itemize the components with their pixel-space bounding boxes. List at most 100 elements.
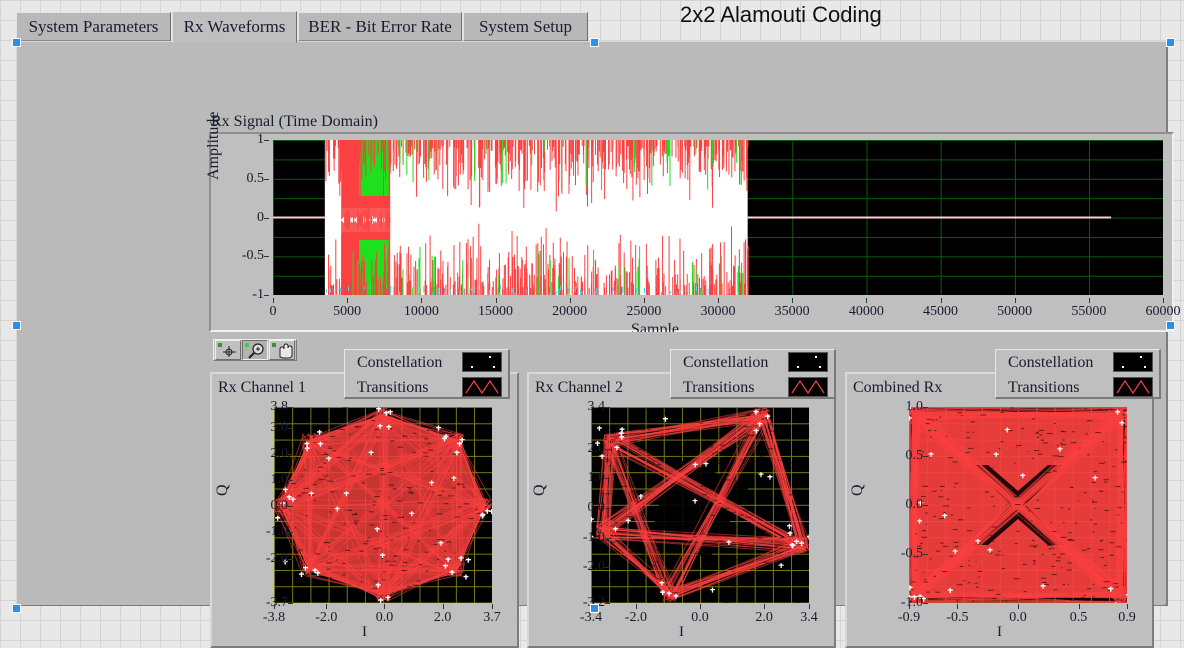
x-tick-mark xyxy=(909,604,910,609)
y-tick-mark xyxy=(288,559,293,560)
rx-signal-plot-area[interactable] xyxy=(273,140,1163,295)
x-tick-mark xyxy=(764,604,765,609)
selection-handle-bottom-left[interactable] xyxy=(12,604,21,613)
x-tick-label: -0.5 xyxy=(946,610,968,626)
legend-label: Transitions xyxy=(1008,379,1079,397)
y-tick-label: 0.0 xyxy=(553,500,605,516)
x-tick-label: 20000 xyxy=(552,304,587,320)
tab-label: System Parameters xyxy=(29,17,159,37)
rx-channel-1-plot-area[interactable] xyxy=(274,407,492,603)
y-tick-mark xyxy=(288,532,293,533)
x-tick-mark xyxy=(1089,298,1090,303)
x-tick-mark xyxy=(421,298,422,303)
y-tick-label: 3.4 xyxy=(553,399,605,415)
hand-icon[interactable] xyxy=(269,340,295,360)
y-tick-mark xyxy=(264,218,269,219)
tab-rx-waveforms[interactable]: Rx Waveforms xyxy=(172,11,297,43)
x-tick-mark xyxy=(957,604,958,609)
x-tick-mark xyxy=(273,298,274,303)
tab-label: Rx Waveforms xyxy=(184,17,286,37)
zigzag-line-swatch[interactable] xyxy=(462,377,502,397)
y-tick-label: 3.0 xyxy=(236,420,288,436)
magnifier-icon[interactable] xyxy=(242,340,268,360)
graph-palette[interactable] xyxy=(213,339,297,361)
x-tick-label: 60000 xyxy=(1146,304,1181,320)
x-tick-label: 0.5 xyxy=(1070,610,1088,626)
rx-channel-2-x-axis-label: I xyxy=(529,624,834,641)
selection-handle-top-left[interactable] xyxy=(12,38,21,47)
tab-ber-bit-error-rate[interactable]: BER - Bit Error Rate xyxy=(298,12,462,41)
y-tick-mark xyxy=(288,603,293,604)
legend-row-constellation[interactable]: Constellation xyxy=(345,350,508,375)
y-tick-label: 1.0 xyxy=(236,472,288,488)
rx-channel-1-panel[interactable]: Rx Channel 1 Q I 3.83.02.01.00.0-1.0-2.0… xyxy=(210,372,519,648)
scatter-dots-swatch[interactable] xyxy=(788,352,828,372)
y-tick-label: -1.0 xyxy=(236,524,288,540)
combined-rx-legend[interactable]: Constellation Transitions xyxy=(995,349,1161,399)
y-tick-mark xyxy=(288,506,293,507)
legend-row-constellation[interactable]: Constellation xyxy=(996,350,1159,375)
y-tick-mark xyxy=(264,179,269,180)
x-tick-label: 0.0 xyxy=(1009,610,1027,626)
y-tick-mark xyxy=(288,454,293,455)
x-tick-mark xyxy=(644,298,645,303)
zigzag-line-swatch[interactable] xyxy=(1113,377,1153,397)
tab-system-parameters[interactable]: System Parameters xyxy=(16,12,171,41)
selection-handle-top-right[interactable] xyxy=(1166,38,1175,47)
x-tick-label: 15000 xyxy=(478,304,513,320)
x-tick-mark xyxy=(792,298,793,303)
x-tick-label: 2.0 xyxy=(434,610,452,626)
rx-channel-2-traces xyxy=(591,407,809,603)
tab-panel-rx-waveforms: Rx Signal (Time Domain) Amplitude Sample… xyxy=(16,41,1168,606)
x-tick-label: 3.4 xyxy=(800,610,818,626)
y-tick-label: 3.8 xyxy=(236,399,288,415)
rx-channel-2-panel[interactable]: Rx Channel 2 Q I 3.42.01.00.0-1.0-2.0-3.… xyxy=(527,372,836,648)
rx-channel-1-x-axis-label: I xyxy=(212,624,517,641)
y-tick-label: 2.0 xyxy=(236,446,288,462)
y-tick-mark xyxy=(605,407,610,408)
rx-channel-2-plot-area[interactable] xyxy=(591,407,809,603)
zigzag-line-swatch[interactable] xyxy=(788,377,828,397)
legend-row-constellation[interactable]: Constellation xyxy=(671,350,834,375)
selection-handle-mid-right[interactable] xyxy=(1166,321,1175,330)
legend-row-transitions[interactable]: Transitions xyxy=(671,375,834,400)
legend-row-transitions[interactable]: Transitions xyxy=(345,375,508,400)
y-tick-label: 0 xyxy=(210,210,264,226)
y-tick-label: -1.0 xyxy=(871,595,923,611)
y-tick-label: -0.5 xyxy=(871,546,923,562)
rx-signal-time-domain-graph[interactable]: Amplitude Sample 10.50-0.5-1050001000015… xyxy=(209,132,1174,332)
legend-label: Constellation xyxy=(683,354,768,372)
x-tick-label: 35000 xyxy=(775,304,810,320)
selection-handle-mid-left[interactable] xyxy=(12,321,21,330)
tab-system-setup[interactable]: System Setup xyxy=(463,12,588,41)
y-tick-mark xyxy=(923,554,928,555)
legend-label: Constellation xyxy=(1008,354,1093,372)
rx-signal-graph-title: Rx Signal (Time Domain) xyxy=(211,113,378,131)
x-tick-mark xyxy=(1015,298,1016,303)
y-tick-label: 2.0 xyxy=(553,441,605,457)
x-tick-label: 30000 xyxy=(701,304,736,320)
y-tick-mark xyxy=(923,603,928,604)
crosshair-icon[interactable] xyxy=(215,340,241,360)
tab-control: System Parameters Rx Waveforms BER - Bit… xyxy=(16,12,1168,606)
x-tick-label: 5000 xyxy=(333,304,361,320)
y-tick-label: 1 xyxy=(210,132,264,148)
x-tick-label: -3.8 xyxy=(263,610,285,626)
selection-handle-bottom-mid[interactable] xyxy=(590,604,599,613)
scatter-dots-swatch[interactable] xyxy=(462,352,502,372)
tab-label: BER - Bit Error Rate xyxy=(308,17,452,37)
legend-row-transitions[interactable]: Transitions xyxy=(996,375,1159,400)
x-tick-label: 0.0 xyxy=(691,610,709,626)
y-tick-label: -3.7 xyxy=(236,595,288,611)
combined-rx-panel[interactable]: Combined Rx Q I 1.00.50.0-0.5-1.0-0.9-0.… xyxy=(845,372,1154,648)
y-tick-mark xyxy=(264,256,269,257)
x-tick-label: 3.7 xyxy=(483,610,501,626)
rx-channel-1-legend[interactable]: Constellation Transitions xyxy=(344,349,510,399)
y-tick-label: 1.0 xyxy=(553,470,605,486)
combined-rx-plot-area[interactable] xyxy=(909,407,1127,603)
y-tick-mark xyxy=(288,480,293,481)
scatter-dots-swatch[interactable] xyxy=(1113,352,1153,372)
selection-handle-top-mid[interactable] xyxy=(590,38,599,47)
rx-channel-2-legend[interactable]: Constellation Transitions xyxy=(670,349,836,399)
x-tick-label: 0.0 xyxy=(376,610,394,626)
